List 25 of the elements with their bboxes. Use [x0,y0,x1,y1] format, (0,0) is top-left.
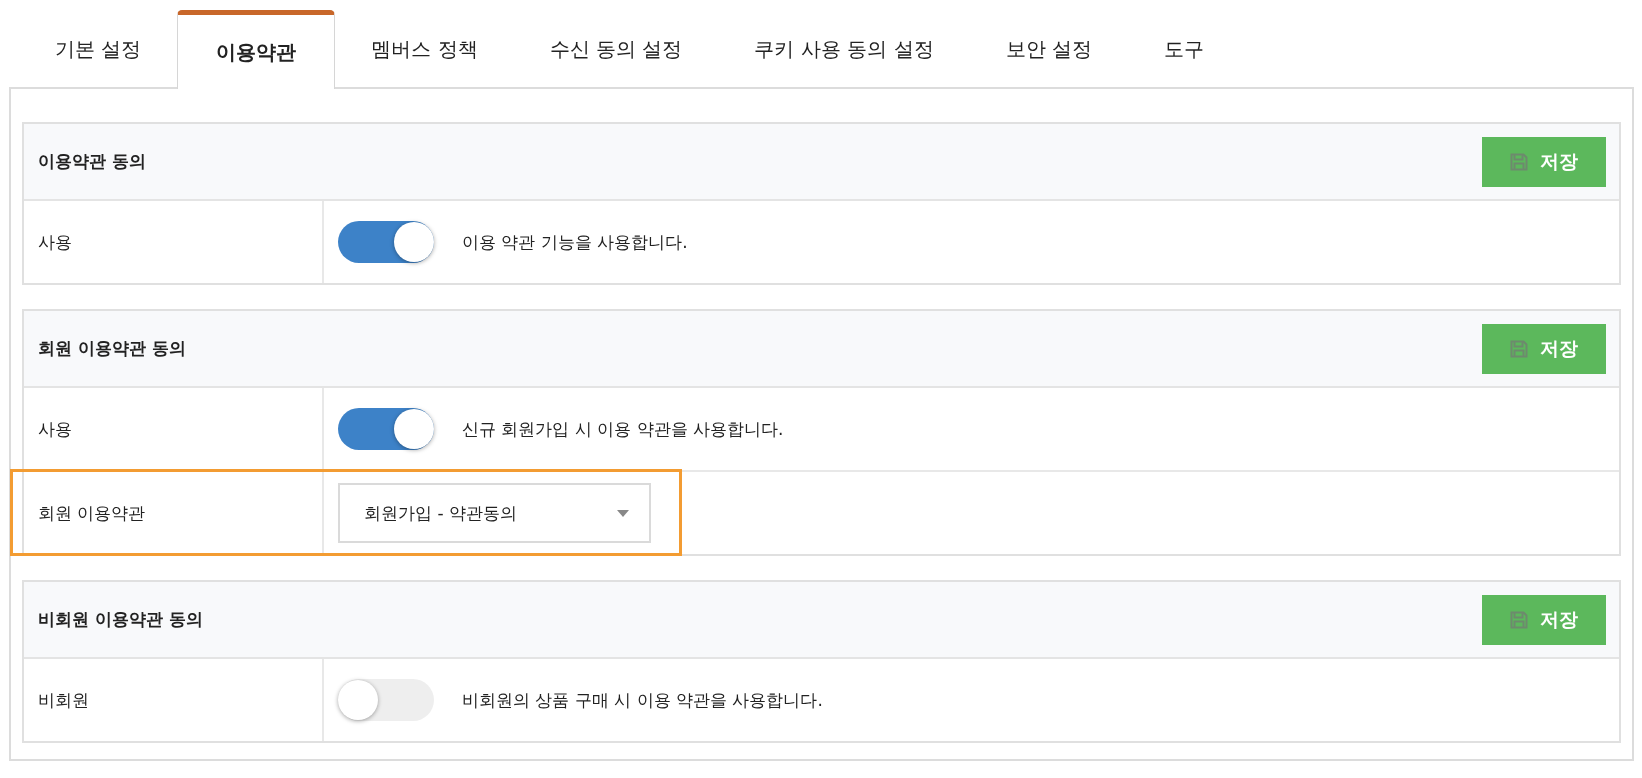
save-icon [1510,610,1528,629]
tab[interactable]: 수신 동의 설정 [513,11,719,87]
card-title: 회원 이용약관 동의 [38,337,186,360]
tab[interactable]: 도구 [1127,11,1240,87]
terms-dropdown[interactable]: 회원가입 - 약관동의 [338,483,651,543]
row-label: 사용 [24,201,324,283]
card-title: 비회원 이용약관 동의 [38,608,203,631]
toggle-description: 비회원의 상품 구매 시 이용 약관을 사용합니다. [462,688,823,712]
tab[interactable]: 멤버스 정책 [335,11,514,87]
toggle-description: 신규 회원가입 시 이용 약관을 사용합니다. [462,417,784,441]
toggle-switch[interactable] [338,679,434,721]
row-label: 비회원 [24,659,324,741]
row-label: 사용 [24,388,324,470]
tab[interactable]: 기본 설정 [19,11,178,87]
tab[interactable]: 보안 설정 [969,11,1128,87]
tab[interactable]: 이용약관 [177,10,336,89]
toggle-switch[interactable] [338,408,434,450]
save-icon [1510,152,1528,171]
toggle-description: 이용 약관 기능을 사용합니다. [462,230,688,254]
card-title: 이용약관 동의 [38,150,146,173]
tab[interactable]: 쿠키 사용 동의 설정 [718,11,970,87]
row-label: 회원 이용약관 [24,472,324,554]
toggle-switch[interactable] [338,221,434,263]
caret-icon [617,509,629,517]
save-icon [1510,339,1528,358]
